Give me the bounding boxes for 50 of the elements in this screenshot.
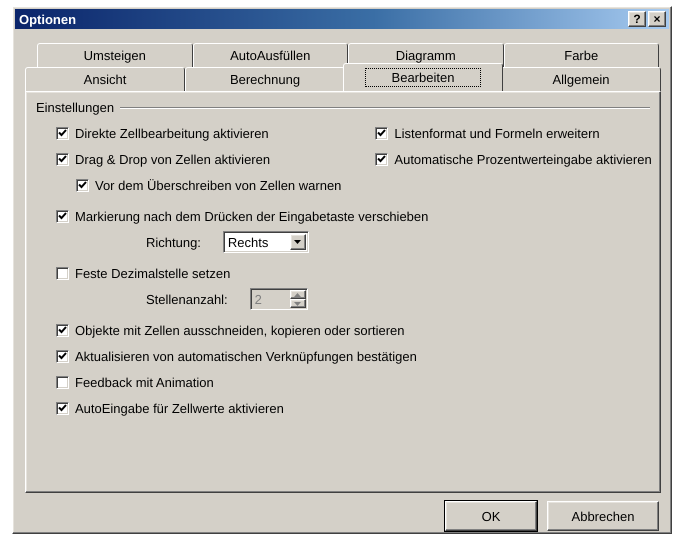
checkbox-label: Drag & Drop von Zellen aktivieren [75, 152, 270, 166]
checkbox-label: Automatische Prozentwerteingabe aktivieren [394, 152, 652, 166]
checkbox-label: Vor dem Überschreiben von Zellen warnen [95, 178, 342, 192]
checkbox[interactable] [56, 210, 69, 222]
tab[interactable]: Farbe [504, 43, 659, 67]
check-icon [58, 352, 67, 360]
window-title: Optionen [19, 12, 78, 26]
down-arrow-icon [294, 240, 302, 244]
group-title: Einstellungen [36, 100, 114, 115]
checkbox[interactable] [56, 266, 69, 280]
checkbox-label: Direkte Zellbearbeitung aktivieren [75, 126, 269, 140]
check-icon [58, 326, 67, 334]
checkbox-label: Objekte mit Zellen ausschneiden, kopieren oder sortieren [75, 322, 405, 338]
down-arrow-icon [294, 302, 302, 306]
checkbox[interactable] [76, 178, 89, 192]
tab[interactable]: Umsteigen [37, 43, 192, 67]
tab[interactable]: Bearbeiten [343, 63, 503, 91]
check-icon [377, 129, 386, 137]
field-label: Richtung: [146, 234, 201, 250]
check-icon [58, 404, 67, 412]
checkbox-label: Markierung nach dem Drücken der Eingabetaste verschieben [75, 208, 428, 224]
checkbox[interactable] [56, 350, 69, 362]
tab[interactable]: Berechnung [185, 67, 345, 91]
check-icon [58, 129, 67, 137]
tab[interactable]: Ansicht [25, 67, 185, 91]
close-button[interactable]: × [648, 11, 666, 27]
check-icon [78, 181, 87, 189]
checkbox[interactable] [56, 152, 69, 166]
checkbox[interactable] [56, 324, 69, 336]
checkbox-label: Feste Dezimalstelle setzen [75, 266, 230, 280]
check-icon [377, 155, 386, 163]
check-icon [58, 212, 67, 220]
tab[interactable]: AutoAusfüllen [192, 43, 348, 67]
direction-dropdown[interactable]: Rechts [222, 231, 309, 253]
field-label: Stellenanzahl: [146, 292, 228, 306]
checkbox[interactable] [375, 152, 388, 166]
checkbox[interactable] [56, 376, 69, 388]
checkbox-label: Feedback mit Animation [75, 374, 214, 390]
tab[interactable]: Allgemein [501, 67, 661, 91]
ok-button[interactable]: OK [445, 501, 537, 531]
cancel-button[interactable]: Abbrechen [547, 501, 659, 531]
checkbox-label: Aktualisieren von automatischen Verknüpfungen bestätigen [75, 348, 417, 364]
checkbox[interactable] [56, 126, 69, 140]
check-icon [58, 155, 67, 163]
checkbox-label: Listenformat und Formeln erweitern [394, 126, 600, 140]
up-arrow-icon [294, 292, 302, 296]
checkbox[interactable] [56, 402, 69, 414]
help-button[interactable]: ? [628, 11, 646, 27]
checkbox[interactable] [375, 126, 388, 140]
checkbox-label: AutoEingabe für Zellwerte aktivieren [75, 400, 284, 416]
